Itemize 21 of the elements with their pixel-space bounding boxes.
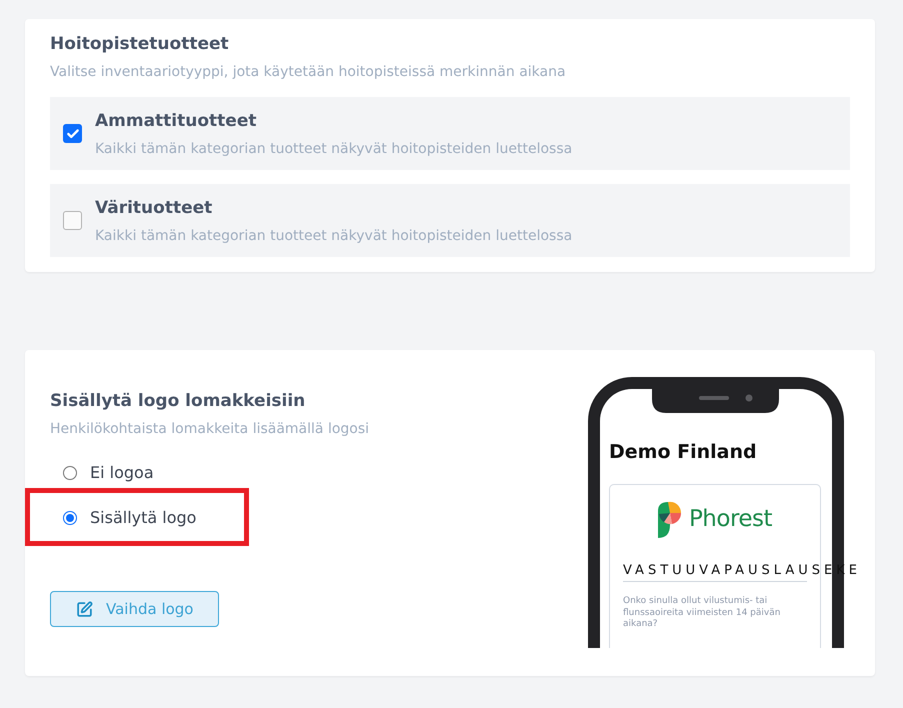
radio-label: Ei logoa xyxy=(90,462,154,484)
section-title: Hoitopistetuotteet xyxy=(50,33,230,56)
radio-button[interactable] xyxy=(63,510,77,524)
option-title: Ammattituotteet xyxy=(95,110,258,132)
radio-button[interactable] xyxy=(63,466,77,480)
question-text: Onko sinulla ollut vilustumis- tai flunssaoireita viimeisten 14 päivän aikana? xyxy=(623,596,782,630)
edit-icon xyxy=(76,600,93,618)
section-subtitle: Valitse inventaariotyyppi, jota käytetään hoitopisteissä merkinnän aikana xyxy=(50,63,567,82)
logo-text: Phorest xyxy=(688,505,772,533)
section-subtitle: Henkilökohtaista lomakkeita lisäämällä logosi xyxy=(50,420,370,439)
checkbox[interactable] xyxy=(63,211,82,230)
option-description: Kaikki tämän kategorian tuotteet näkyvät hoitopisteiden luettelossa xyxy=(95,140,572,158)
option-description: Kaikki tämän kategorian tuotteet näkyvät hoitopisteiden luettelossa xyxy=(95,226,572,246)
logo-icon xyxy=(658,500,682,538)
radio-label: Sisällytä logo xyxy=(90,506,196,528)
change-logo-button[interactable]: Vaihda logo xyxy=(50,591,219,627)
option-title: Värituotteet xyxy=(95,196,214,220)
checkbox[interactable] xyxy=(63,124,82,143)
section-title: Sisällytä logo lomakkeisiin xyxy=(50,390,306,413)
check-icon xyxy=(66,126,80,140)
business-name: Demo Finland xyxy=(609,440,758,465)
